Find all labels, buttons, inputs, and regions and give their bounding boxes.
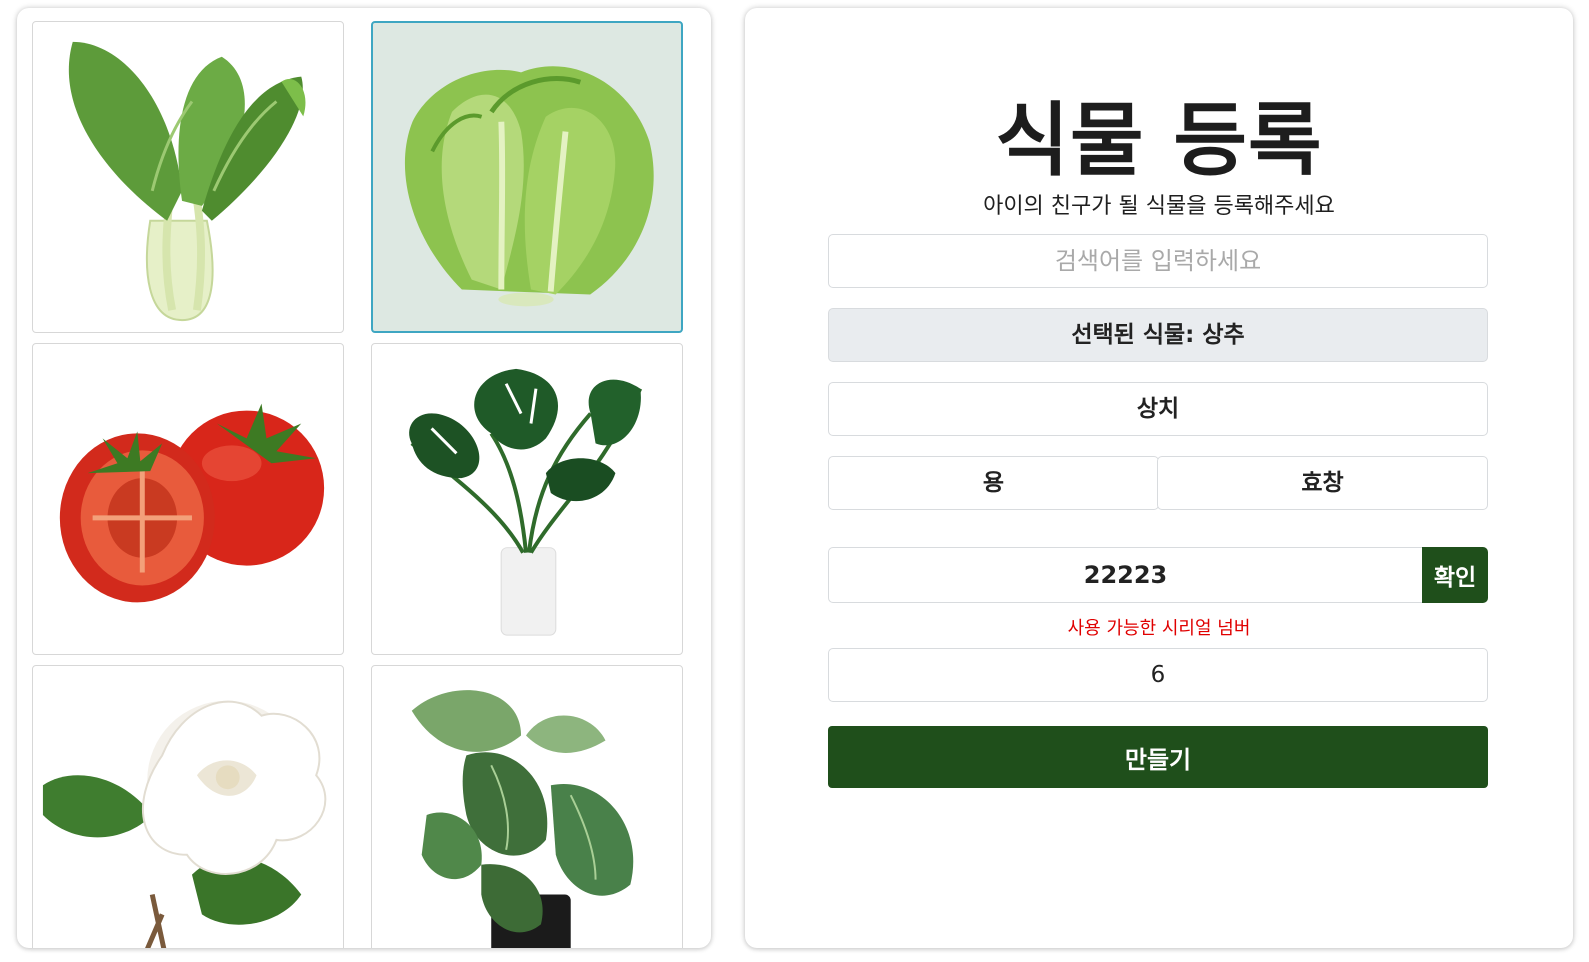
gardenia-flower-image — [42, 700, 327, 948]
number-field[interactable]: 6 — [828, 648, 1488, 702]
selected-plant-display: 선택된 식물: 상추 — [828, 308, 1488, 362]
name-field-second[interactable]: 효창 — [1157, 456, 1488, 510]
plant-tile-lettuce[interactable] — [371, 21, 683, 333]
page-title: 식물 등록 — [995, 94, 1323, 187]
plant-name-field[interactable]: 상치 — [828, 382, 1488, 436]
monstera-plant-image — [409, 368, 643, 636]
begonia-plant-image — [411, 690, 634, 948]
serial-number-input[interactable] — [828, 547, 1422, 603]
serial-status-message: 사용 가능한 시리얼 넘버 — [1067, 618, 1251, 639]
plant-tile-tomato[interactable] — [32, 343, 344, 655]
plant-tile-bok-choy[interactable] — [32, 21, 344, 333]
bok-choy-image — [68, 41, 306, 322]
plant-tile-gardenia[interactable] — [32, 665, 344, 948]
confirm-serial-button[interactable]: 확인 — [1422, 547, 1488, 603]
serial-number-row: 확인 — [828, 547, 1488, 603]
page-subtitle: 아이의 친구가 될 식물을 등록해주세요 — [983, 194, 1335, 219]
name-field-first[interactable]: 용 — [828, 456, 1159, 510]
plant-tile-monstera[interactable] — [371, 343, 683, 655]
plant-tile-begonia[interactable] — [371, 665, 683, 948]
tomato-image — [59, 403, 325, 603]
lettuce-image — [404, 66, 654, 307]
plant-gallery — [17, 8, 711, 948]
search-input[interactable] — [828, 234, 1488, 288]
create-button[interactable]: 만들기 — [828, 726, 1488, 788]
plant-registration-form: 식물 등록 아이의 친구가 될 식물을 등록해주세요 선택된 식물: 상추 상치… — [745, 8, 1573, 948]
